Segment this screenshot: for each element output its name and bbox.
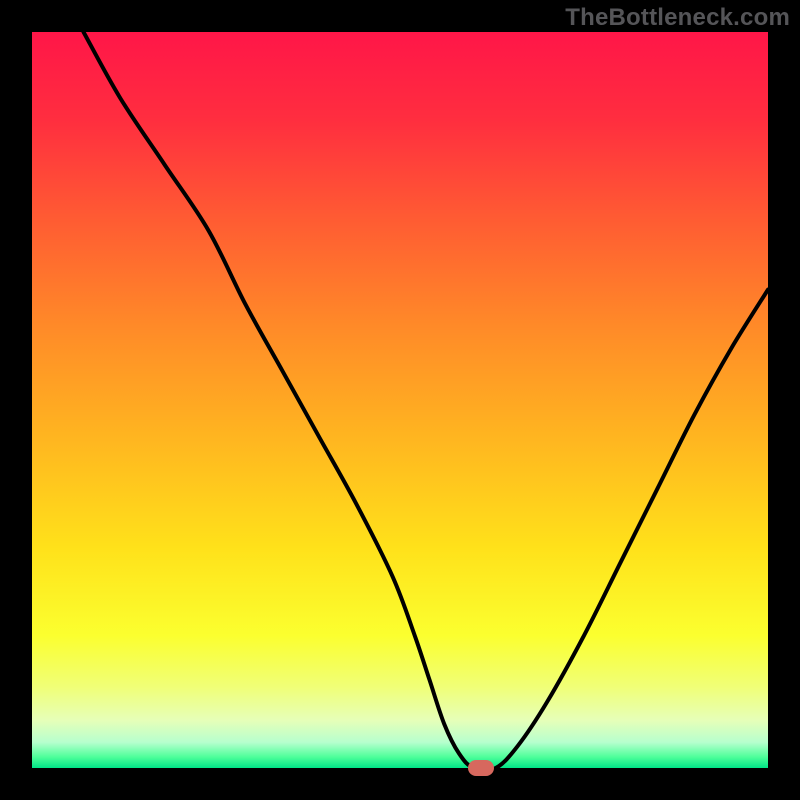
gradient-background: [32, 32, 768, 768]
chart-svg: [32, 32, 768, 768]
chart-frame: TheBottleneck.com: [0, 0, 800, 800]
plot-area: [32, 32, 768, 768]
optimal-point-marker: [468, 760, 494, 776]
watermark-text: TheBottleneck.com: [565, 4, 790, 32]
